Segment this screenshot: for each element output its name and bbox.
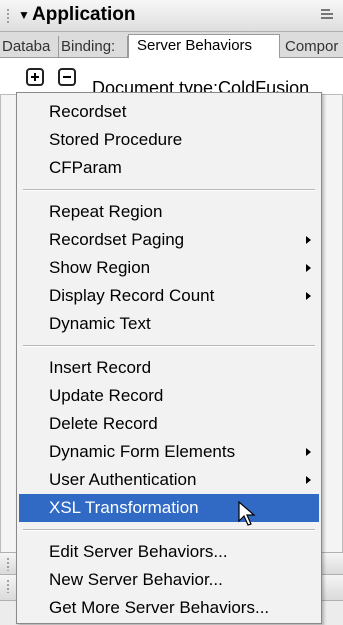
menu-item-recordset[interactable]: Recordset [19, 98, 319, 126]
tab-server-behaviors[interactable]: Server Behaviors [128, 34, 280, 58]
menu-item-edit-server-behaviors[interactable]: Edit Server Behaviors... [19, 538, 319, 566]
menu-item-display-record-count[interactable]: Display Record Count [19, 282, 319, 310]
menu-item-update-record[interactable]: Update Record [19, 382, 319, 410]
menu-item-label: Show Region [49, 258, 151, 277]
menu-item-dynamic-text[interactable]: Dynamic Text [19, 310, 319, 338]
menu-item-xsl-transformation[interactable]: XSL Transformation [19, 494, 319, 522]
tab-bindings[interactable]: Binding: [59, 36, 128, 58]
submenu-arrow-icon [306, 264, 311, 272]
menu-item-label: Dynamic Form Elements [49, 442, 236, 461]
menu-item-label: Recordset Paging [49, 230, 185, 249]
menu-separator [23, 345, 315, 347]
menu-item-label: Display Record Count [49, 286, 215, 305]
panel-tabs: Databa Binding: Server Behaviors Compor [0, 32, 343, 58]
submenu-arrow-icon [306, 292, 311, 300]
panel-title: Application [32, 4, 136, 25]
menu-separator [23, 189, 315, 191]
tab-components[interactable]: Compor [283, 36, 343, 58]
mouse-pointer-icon [238, 501, 256, 526]
menu-item-insert-record[interactable]: Insert Record [19, 354, 319, 382]
drag-grip-icon[interactable] [6, 8, 10, 24]
menu-item-new-server-behavior[interactable]: New Server Behavior... [19, 566, 319, 594]
menu-item-get-more-server-behaviors[interactable]: Get More Server Behaviors... [19, 594, 319, 622]
panel-options-icon[interactable] [321, 8, 335, 22]
menu-item-repeat-region[interactable]: Repeat Region [19, 198, 319, 226]
submenu-arrow-icon [306, 448, 311, 456]
drag-grip-icon[interactable] [6, 579, 10, 593]
menu-item-stored-procedure[interactable]: Stored Procedure [19, 126, 319, 154]
menu-item-user-authentication[interactable]: User Authentication [19, 466, 319, 494]
menu-item-recordset-paging[interactable]: Recordset Paging [19, 226, 319, 254]
tab-databases[interactable]: Databa [0, 36, 59, 58]
plus-icon[interactable] [26, 68, 44, 86]
panel-title-bar[interactable]: ▼ Application [0, 0, 343, 32]
menu-item-show-region[interactable]: Show Region [19, 254, 319, 282]
menu-item-label: User Authentication [49, 470, 197, 489]
triangle-down-icon[interactable]: ▼ [18, 8, 30, 22]
menu-item-dynamic-form-elements[interactable]: Dynamic Form Elements [19, 438, 319, 466]
menu-item-cfparam[interactable]: CFParam [19, 154, 319, 182]
menu-item-delete-record[interactable]: Delete Record [19, 410, 319, 438]
submenu-arrow-icon [306, 236, 311, 244]
drag-grip-icon[interactable] [6, 557, 10, 571]
minus-icon[interactable] [58, 68, 76, 86]
server-behaviors-menu: Recordset Stored Procedure CFParam Repea… [16, 92, 322, 624]
menu-separator [23, 529, 315, 531]
toolbar: Document type:ColdFusion [0, 58, 343, 98]
submenu-arrow-icon [306, 476, 311, 484]
